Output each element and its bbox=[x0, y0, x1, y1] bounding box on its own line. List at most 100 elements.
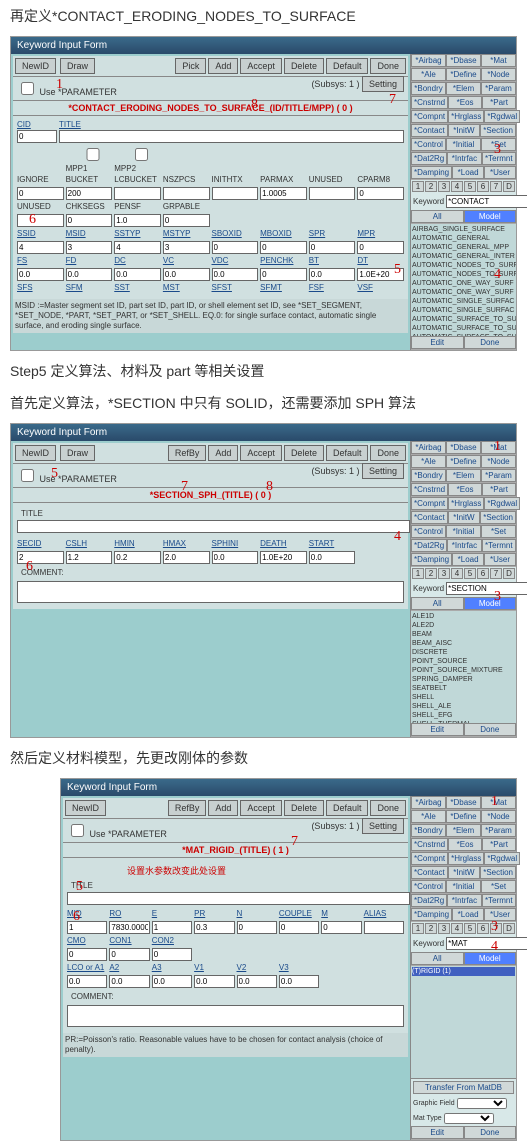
refby-button[interactable]: RefBy bbox=[168, 445, 207, 461]
mpp1-check[interactable] bbox=[70, 148, 117, 161]
field-input[interactable] bbox=[114, 214, 161, 227]
cat-button[interactable]: *Cnstrnd bbox=[411, 96, 448, 109]
field-input[interactable] bbox=[260, 187, 307, 200]
cat-button[interactable]: *Part bbox=[482, 483, 516, 496]
cat-button[interactable]: *Compnt bbox=[411, 497, 448, 510]
field-input[interactable] bbox=[17, 241, 64, 254]
cat-button[interactable]: *Ale bbox=[411, 810, 446, 823]
cat-button[interactable]: *Param bbox=[481, 82, 516, 95]
cat-button[interactable]: *Control bbox=[411, 525, 446, 538]
default-button[interactable]: Default bbox=[326, 445, 369, 461]
cat-button[interactable]: *Initial bbox=[446, 880, 481, 893]
title-input[interactable] bbox=[67, 892, 410, 905]
cat-button[interactable]: *Dat2Rg bbox=[411, 152, 447, 165]
list-item[interactable]: AUTOMATIC_SINGLE_SURFAC bbox=[412, 306, 515, 315]
cat-button[interactable]: *Mat bbox=[481, 54, 516, 67]
field-input[interactable] bbox=[309, 551, 356, 564]
draw-button[interactable]: Draw bbox=[60, 58, 95, 74]
cat-button[interactable]: *User bbox=[484, 553, 516, 566]
cat-button[interactable]: *Compnt bbox=[411, 110, 448, 123]
list-item[interactable]: AUTOMATIC_SINGLE_SURFAC bbox=[412, 297, 515, 306]
all-button[interactable]: All bbox=[411, 597, 464, 610]
cat-button[interactable]: *Compnt bbox=[411, 852, 448, 865]
cat-button[interactable]: *Load bbox=[452, 166, 484, 179]
cat-button[interactable]: *Section bbox=[480, 511, 516, 524]
field-input[interactable] bbox=[163, 187, 210, 200]
cat-button[interactable]: *Termnt bbox=[482, 894, 516, 907]
cat-button[interactable]: *InitW bbox=[448, 511, 481, 524]
cat-button[interactable]: *Bondry bbox=[411, 824, 446, 837]
list-item[interactable]: AUTOMATIC_SURFACE_TO_SU bbox=[412, 324, 515, 333]
all-button[interactable]: All bbox=[411, 210, 464, 223]
cat-button[interactable]: *Hrglass bbox=[448, 497, 484, 510]
field-input[interactable] bbox=[109, 975, 149, 988]
field-input[interactable] bbox=[279, 921, 319, 934]
page-button[interactable]: 6 bbox=[477, 923, 489, 934]
page-button[interactable]: 3 bbox=[438, 568, 450, 579]
field-input[interactable] bbox=[260, 241, 307, 254]
cat-button[interactable]: *Control bbox=[411, 138, 446, 151]
newid-button[interactable]: NewID bbox=[65, 800, 106, 816]
title-input[interactable] bbox=[17, 520, 410, 533]
keyword-input[interactable] bbox=[446, 937, 527, 950]
model-button[interactable]: Model bbox=[464, 597, 517, 610]
cat-button[interactable]: *Set bbox=[481, 525, 516, 538]
field-input[interactable] bbox=[357, 241, 404, 254]
add-button[interactable]: Add bbox=[208, 800, 238, 816]
list-item[interactable]: DISCRETE bbox=[412, 648, 515, 657]
draw-button[interactable]: Draw bbox=[60, 445, 95, 461]
field-input[interactable] bbox=[309, 187, 356, 200]
cat-button[interactable]: *Eos bbox=[448, 838, 482, 851]
pick-button[interactable]: Pick bbox=[175, 58, 206, 74]
field-input[interactable] bbox=[114, 187, 161, 200]
cat-button[interactable]: *Rgdwal bbox=[484, 110, 520, 123]
list-item[interactable]: SHELL bbox=[412, 693, 515, 702]
cat-button[interactable]: *Airbag bbox=[411, 54, 446, 67]
use-parameter-check[interactable] bbox=[21, 469, 34, 482]
page-button[interactable]: 5 bbox=[464, 181, 476, 192]
done-button[interactable]: Done bbox=[370, 58, 406, 74]
cat-button[interactable]: *Dat2Rg bbox=[411, 894, 447, 907]
field-input[interactable] bbox=[309, 268, 356, 281]
field-input[interactable] bbox=[17, 214, 64, 227]
list-item[interactable]: BEAM bbox=[412, 630, 515, 639]
cat-button[interactable]: *Set bbox=[481, 138, 516, 151]
cat-button[interactable]: *Cnstrnd bbox=[411, 838, 448, 851]
cat-button[interactable]: *Rgdwal bbox=[484, 497, 520, 510]
edit-button[interactable]: Edit bbox=[411, 336, 464, 349]
use-parameter-check[interactable] bbox=[71, 824, 84, 837]
graphic-field-select[interactable] bbox=[457, 1098, 507, 1109]
comment-input[interactable] bbox=[67, 1005, 404, 1027]
page-button[interactable]: 7 bbox=[490, 923, 502, 934]
cat-button[interactable]: *Cnstrnd bbox=[411, 483, 448, 496]
field-input[interactable] bbox=[212, 551, 259, 564]
default-button[interactable]: Default bbox=[326, 800, 369, 816]
delete-button[interactable]: Delete bbox=[284, 58, 324, 74]
cat-button[interactable]: *Elem bbox=[446, 82, 481, 95]
cat-button[interactable]: *Elem bbox=[446, 469, 481, 482]
field-input[interactable] bbox=[66, 241, 113, 254]
field-input[interactable] bbox=[67, 921, 107, 934]
delete-button[interactable]: Delete bbox=[284, 445, 324, 461]
edit-button[interactable]: Edit bbox=[411, 1126, 464, 1139]
accept-button[interactable]: Accept bbox=[240, 800, 282, 816]
list-item[interactable]: ALE2D bbox=[412, 621, 515, 630]
cat-button[interactable]: *Damping bbox=[411, 908, 452, 921]
newid-button[interactable]: NewID bbox=[15, 445, 56, 461]
field-input[interactable] bbox=[237, 975, 277, 988]
cat-button[interactable]: *Part bbox=[482, 838, 516, 851]
page-button[interactable]: 7 bbox=[490, 181, 502, 192]
page-button[interactable]: 1 bbox=[412, 923, 424, 934]
cat-button[interactable]: *Node bbox=[481, 455, 516, 468]
list-item[interactable]: SHELL_EFG bbox=[412, 711, 515, 720]
delete-button[interactable]: Delete bbox=[284, 800, 324, 816]
list-item[interactable]: AUTOMATIC_SURFACE_TO_SU bbox=[412, 315, 515, 324]
page-button[interactable]: 5 bbox=[464, 923, 476, 934]
cat-button[interactable]: *InitW bbox=[448, 124, 481, 137]
list-item[interactable]: AUTOMATIC_GENERAL_MPP bbox=[412, 243, 515, 252]
field-input[interactable] bbox=[66, 551, 113, 564]
cat-button[interactable]: *Eos bbox=[448, 96, 482, 109]
setting-button[interactable]: Setting bbox=[362, 463, 404, 479]
field-input[interactable] bbox=[114, 551, 161, 564]
field-input[interactable] bbox=[66, 268, 113, 281]
